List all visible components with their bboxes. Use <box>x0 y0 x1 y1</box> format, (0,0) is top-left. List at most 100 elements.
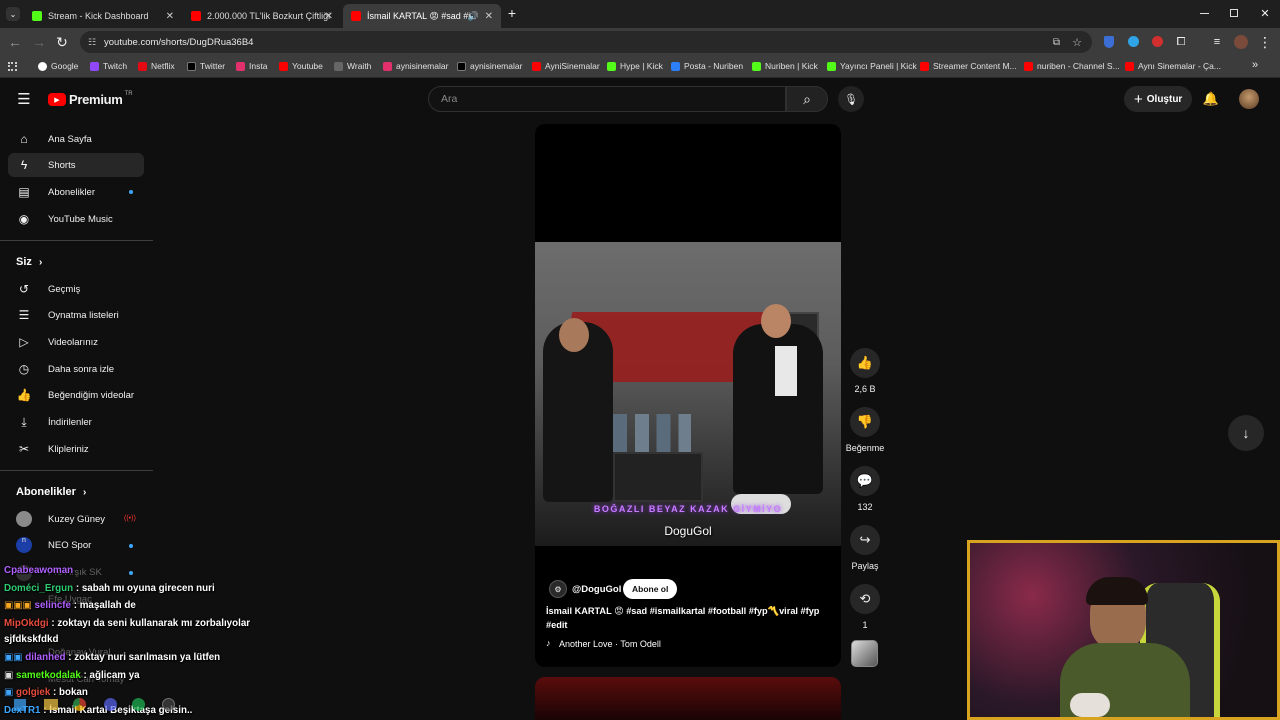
thumbs-up-icon[interactable]: 👍 <box>850 348 880 378</box>
bookmark-aynisinemalar-insta[interactable]: aynisinemalar <box>383 61 448 71</box>
bookmarks-bar: Google Twitch Netflix Twitter Insta Yout… <box>0 56 1280 78</box>
bookmark-label: Google <box>51 61 79 71</box>
next-short-preview[interactable] <box>535 677 841 720</box>
taskbar-windows-icon[interactable] <box>14 699 26 711</box>
short-player[interactable]: BOĞAZLI BEYAZ KAZAK GİYMİYO DoguGol ⚙ @D… <box>535 124 841 667</box>
new-content-dot <box>129 190 133 194</box>
voice-search-button[interactable]: 🎙 <box>838 86 864 112</box>
next-short-button[interactable]: ↓ <box>1228 415 1264 451</box>
bookmark-hype-kick[interactable]: Hype | Kick <box>607 61 663 71</box>
tab-ismail-kartal-short[interactable]: İsmail KARTAL 😡 #sad #is 🔊 ✕ <box>343 4 501 28</box>
remix-icon[interactable]: ⟲ <box>850 584 880 614</box>
sidebar-item-subscriptions[interactable]: ▤ Abonelikler <box>8 180 144 204</box>
short-title[interactable]: İsmail KARTAL 😡 #sad #ismailkartal #foot… <box>546 606 836 617</box>
browser-menu-icon[interactable]: ⋮ <box>1258 34 1272 50</box>
remix-action[interactable]: ⟲ 1 <box>845 584 885 630</box>
tab-bozkurt-video[interactable]: 2.000.000 TL'lik Bozkurt Çiftliği ✕ <box>183 4 341 28</box>
apps-grid-icon[interactable] <box>8 62 17 71</box>
url-input[interactable]: ☷ youtube.com/shorts/DugDRua36B4 ⧉ ☆ <box>80 31 1092 53</box>
new-tab-button[interactable]: + <box>505 5 519 21</box>
bookmark-google[interactable]: Google <box>38 61 78 71</box>
you-section-heading[interactable]: Siz › <box>16 256 42 268</box>
bookmark-wraith[interactable]: Wraith <box>334 61 371 71</box>
bookmark-netflix[interactable]: Netflix <box>138 61 175 71</box>
close-icon[interactable]: ✕ <box>485 11 493 22</box>
extension-blue-icon[interactable] <box>1128 36 1139 47</box>
extension-red-icon[interactable] <box>1152 36 1163 47</box>
reading-list-icon[interactable]: ≡ <box>1210 35 1224 49</box>
bookmark-twitch[interactable]: Twitch <box>90 61 127 71</box>
taskbar-folder-icon[interactable] <box>44 699 58 710</box>
sidebar-item-shorts[interactable]: ϟ Shorts <box>8 153 144 177</box>
dislike-action[interactable]: 👎 Beğenme <box>845 407 885 453</box>
taskbar-chrome-icon[interactable] <box>73 698 86 711</box>
create-button[interactable]: + Oluştur <box>1124 86 1192 112</box>
extension-shield-icon[interactable] <box>1104 36 1114 48</box>
notifications-bell-icon[interactable]: 🔔 <box>1202 90 1220 108</box>
sidebar-item-history[interactable]: ↺ Geçmiş <box>8 277 144 301</box>
profile-avatar-icon[interactable] <box>1234 35 1248 49</box>
bookmark-twitter[interactable]: Twitter <box>187 61 225 71</box>
bookmark-insta[interactable]: Insta <box>236 61 267 71</box>
channel-avatar[interactable]: ⚙ <box>549 580 567 598</box>
bookmark-aynisinemalar-x[interactable]: aynisinemalar <box>457 61 522 71</box>
sidebar-item-liked-videos[interactable]: 👍 Beğendiğim videolar <box>8 383 144 407</box>
more-bookmarks-button[interactable]: » <box>1252 59 1258 71</box>
share-action[interactable]: ↪ Paylaş <box>845 525 885 571</box>
search-button[interactable]: ⌕ <box>786 86 828 112</box>
taskbar-spotify-icon[interactable] <box>132 698 145 711</box>
speaker-icon[interactable]: 🔊 <box>468 11 479 22</box>
back-icon[interactable]: ← <box>8 34 22 50</box>
x-icon <box>457 61 466 71</box>
video-frame[interactable]: BOĞAZLI BEYAZ KAZAK GİYMİYO DoguGol <box>535 242 841 546</box>
bookmark-yayinci-paneli[interactable]: Yayıncı Paneli | Kick <box>827 61 917 71</box>
subscriptions-section-heading[interactable]: Abonelikler › <box>16 486 86 498</box>
install-icon[interactable]: ⧉ <box>1053 37 1060 48</box>
sidebar-item-playlists[interactable]: ☰ Oynatma listeleri <box>8 303 144 327</box>
comments-action[interactable]: 💬 132 <box>845 466 885 512</box>
channel-name[interactable]: @DoguGol <box>572 584 621 595</box>
close-icon[interactable]: ✕ <box>325 11 333 22</box>
bookmark-posta[interactable]: Posta - Nuriben <box>671 61 743 71</box>
bookmark-ayni-sinemalar-ca[interactable]: Aynı Sinemalar - Ça... <box>1125 61 1221 71</box>
youtube-premium-logo[interactable]: ▶ Premium TR <box>48 91 133 107</box>
sidebar-item-home[interactable]: ⌂ Ana Sayfa <box>8 127 144 151</box>
reload-icon[interactable]: ↻ <box>55 34 69 50</box>
maximize-icon[interactable] <box>1230 9 1238 17</box>
close-icon[interactable]: ✕ <box>166 11 174 22</box>
hamburger-menu-icon[interactable]: ☰ <box>16 91 32 108</box>
sidebar-item-downloads[interactable]: ⤓ İndirilenler <box>8 410 144 434</box>
star-icon[interactable]: ☆ <box>1072 36 1082 49</box>
thumbs-down-icon[interactable]: 👎 <box>850 407 880 437</box>
subscribe-button[interactable]: Abone ol <box>623 579 678 599</box>
tab-search-icon[interactable]: ⌄ <box>6 7 20 21</box>
like-action[interactable]: 👍 2,6 B <box>845 348 885 394</box>
site-info-icon[interactable]: ☷ <box>88 37 96 48</box>
tab-kick-dashboard[interactable]: Stream - Kick Dashboard ✕ <box>24 4 182 28</box>
sidebar-item-watch-later[interactable]: ◷ Daha sonra izle <box>8 357 144 381</box>
sidebar-item-youtube-music[interactable]: ◉ YouTube Music <box>8 207 144 231</box>
sidebar-channel-neo-spor[interactable]: n NEO Spor <box>8 533 144 557</box>
sidebar-item-clips[interactable]: ✂ Klipleriniz <box>8 437 144 461</box>
search-input[interactable]: Ara <box>428 86 786 112</box>
bookmark-youtube[interactable]: Youtube <box>279 61 323 71</box>
bookmark-nuriben-channel[interactable]: nuriben - Channel S... <box>1024 61 1120 71</box>
bookmark-streamer-content[interactable]: Streamer Content M... <box>920 61 1017 71</box>
sidebar-item-label: Beğendiğim videolar <box>48 389 135 401</box>
close-window-icon[interactable]: ✕ <box>1258 6 1272 20</box>
music-label[interactable]: Another Love · Tom Odell <box>559 639 661 649</box>
extensions-puzzle-icon[interactable]: ⧠ <box>1174 35 1188 49</box>
sound-thumbnail[interactable] <box>851 640 878 667</box>
minimize-icon[interactable] <box>1200 13 1209 14</box>
bookmark-nuriben-kick[interactable]: Nuriben | Kick <box>752 61 818 71</box>
comment-icon[interactable]: 💬 <box>850 466 880 496</box>
forward-icon[interactable]: → <box>32 34 46 50</box>
sidebar-item-your-videos[interactable]: ▷ Videolarınız <box>8 330 144 354</box>
chat-message: Doméci_Ergun : sabah mı oyuna girecen nu… <box>4 583 215 594</box>
share-icon[interactable]: ↪ <box>850 525 880 555</box>
taskbar-obs-icon[interactable] <box>162 698 175 711</box>
bookmark-aynisinemalar-yt[interactable]: AyniSinemalar <box>532 61 600 71</box>
short-title-line2[interactable]: #edit <box>546 620 567 630</box>
taskbar-discord-icon[interactable] <box>104 698 117 711</box>
account-avatar[interactable] <box>1239 89 1259 109</box>
